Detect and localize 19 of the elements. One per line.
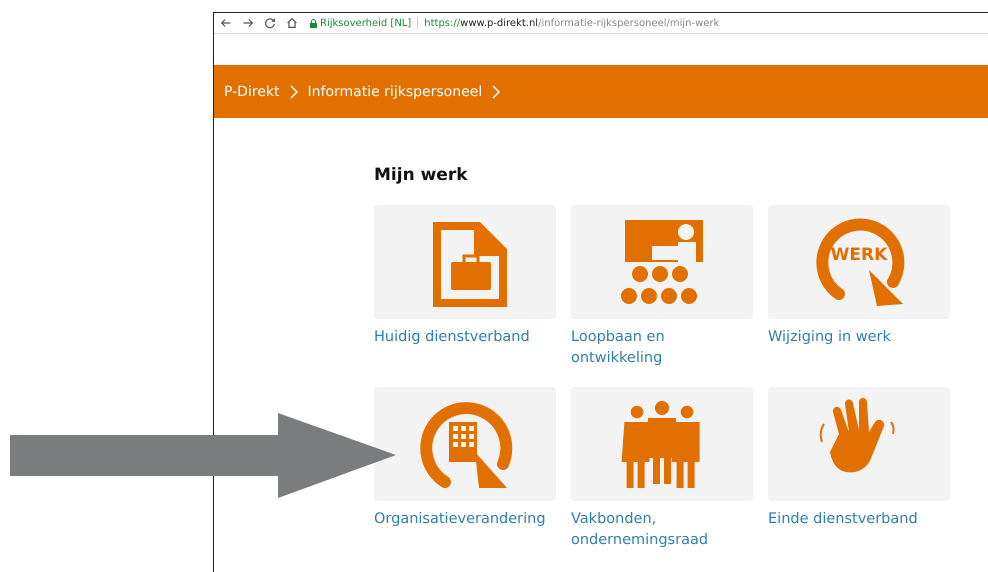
tile-link[interactable]: Organisatieverandering [374, 509, 556, 530]
breadcrumb-link[interactable]: P-Direkt [224, 84, 280, 100]
tile-background[interactable] [571, 387, 753, 501]
page-title: Mijn werk [374, 165, 469, 185]
tile-background[interactable]: WERK [768, 205, 950, 319]
chevron-icon [290, 84, 298, 98]
tile-link[interactable]: Wijziging in werk [768, 327, 950, 348]
tile-link[interactable]: Loopbaan en ontwikkeling [571, 327, 753, 369]
chevron-icon [492, 84, 500, 98]
tile-link[interactable]: Vakbonden, ondernemingsraad [571, 509, 753, 551]
tile-background[interactable] [768, 387, 950, 501]
site-badge: Rijksoverheid [NL] [306, 18, 418, 28]
tile-background[interactable] [374, 387, 556, 501]
tile-background[interactable] [571, 205, 753, 319]
url-text[interactable]: https://www.p-direkt.nl/informatie-rijkspersoneel/mijn-werk [424, 18, 720, 28]
tile-link[interactable]: Einde dienstverband [768, 509, 950, 530]
tile-background[interactable] [374, 205, 556, 319]
tile-link[interactable]: Huidig dienstverband [374, 327, 556, 348]
breadcrumb-link[interactable]: Informatie rijkspersoneel [308, 84, 482, 100]
